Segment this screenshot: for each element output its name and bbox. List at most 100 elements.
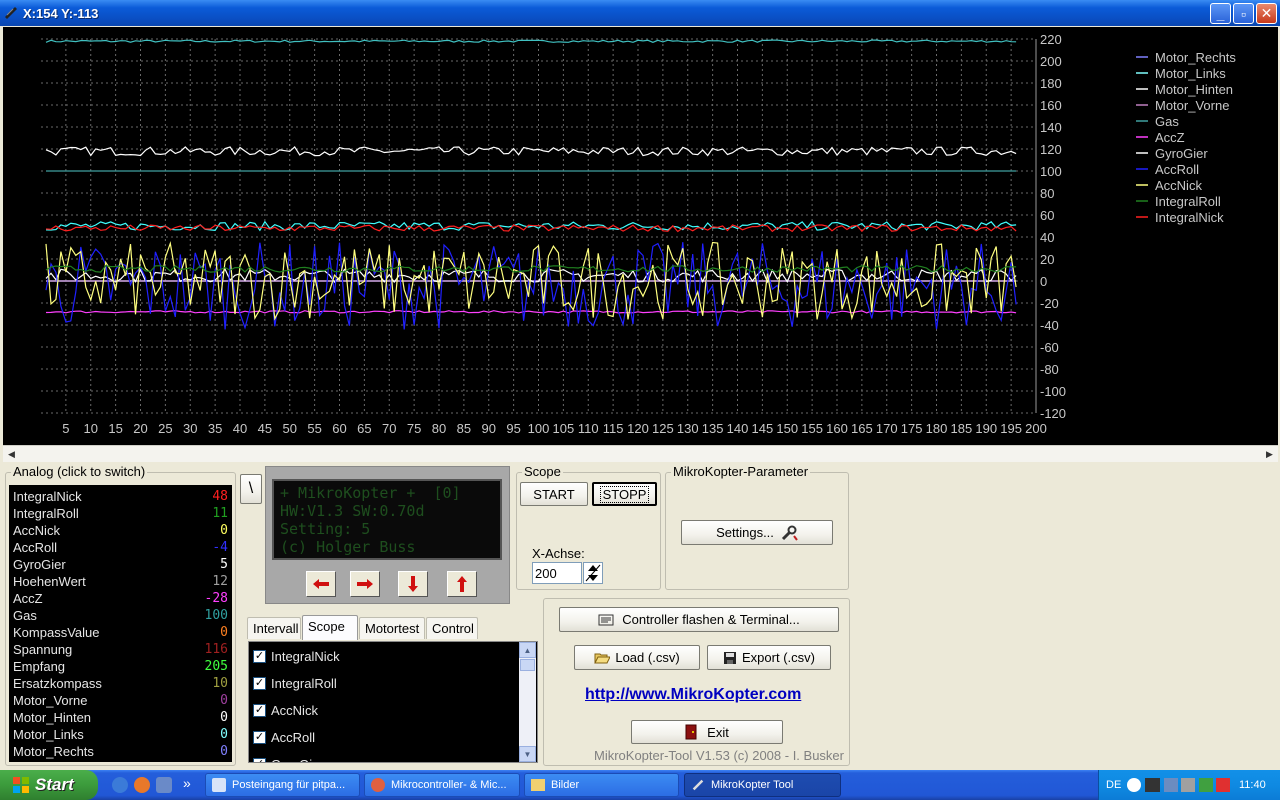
analog-row[interactable]: IntegralRoll 11	[13, 506, 228, 523]
task-mikrocontroller[interactable]: Mikrocontroller- & Mic...	[364, 773, 520, 797]
y-tick-label: 180	[1040, 76, 1062, 91]
task-label: Posteingang für pitpa...	[232, 779, 346, 791]
analog-name: AccZ	[13, 591, 43, 606]
checkbox-checked-icon[interactable]: ✓	[253, 703, 266, 717]
analog-row[interactable]: Motor_Rechts 0	[13, 744, 228, 761]
lcd-up-button[interactable]	[447, 571, 477, 597]
tab-scope[interactable]: Scope	[302, 615, 358, 640]
toggle-panel-button[interactable]: \	[240, 474, 262, 504]
analog-name: Motor_Links	[13, 727, 84, 742]
mikrokopter-link[interactable]: http://www.MikroKopter.com	[585, 686, 801, 704]
channel-checkbox-item[interactable]: ✓ AccNick	[253, 700, 493, 720]
x-tick-label: 170	[876, 421, 898, 436]
analog-row[interactable]: AccNick 0	[13, 523, 228, 540]
tray-security-icon[interactable]	[1199, 778, 1213, 792]
tray-back-icon[interactable]	[1127, 778, 1141, 792]
settings-button[interactable]: Settings...	[681, 520, 833, 545]
tray-network-icon[interactable]	[1164, 778, 1178, 792]
analog-value: 0	[220, 625, 228, 640]
analog-value: 100	[204, 608, 228, 623]
analog-row[interactable]: GyroGier 5	[13, 557, 228, 574]
chart-horizontal-scrollbar[interactable]: ◀ ▶	[3, 445, 1278, 462]
scope-stopp-button[interactable]: STOPP	[592, 482, 657, 506]
analog-row[interactable]: Gas 100	[13, 608, 228, 625]
tray-volume-icon[interactable]	[1181, 778, 1195, 792]
analog-name: AccNick	[13, 523, 60, 538]
lcd-down-button[interactable]	[398, 571, 428, 597]
lcd-right-button[interactable]	[350, 571, 380, 597]
channel-checkbox-item[interactable]: ✓ IntegralNick	[253, 646, 493, 666]
internet-explorer-icon[interactable]	[112, 777, 128, 793]
folder-open-icon	[594, 653, 611, 663]
tab-control[interactable]: Control	[426, 617, 478, 639]
scroll-up-icon[interactable]: ▲	[519, 642, 536, 658]
tab-motortest[interactable]: Motortest	[359, 617, 425, 639]
tray-antivirus-icon[interactable]	[1216, 778, 1230, 792]
lcd-line: + MikroKopter + [0]	[280, 484, 461, 502]
checklist-scrollbar[interactable]: ▲ ▼	[519, 642, 536, 762]
version-text: MikroKopter-Tool V1.53 (c) 2008 - I. Bus…	[594, 748, 844, 763]
channel-checkbox-item[interactable]: ✓ GyroGier	[253, 754, 493, 762]
scroll-down-icon[interactable]: ▼	[519, 746, 536, 762]
analog-row[interactable]: Spannung 116	[13, 642, 228, 659]
firefox-icon[interactable]	[134, 777, 150, 793]
x-achse-input[interactable]	[532, 562, 582, 584]
maximize-button[interactable]: ▫	[1233, 3, 1254, 24]
x-tick-label: 65	[357, 421, 371, 436]
channel-checkbox-item[interactable]: ✓ IntegralRoll	[253, 673, 493, 693]
legend-entry: Motor_Vorne	[1155, 98, 1229, 113]
analog-row[interactable]: Empfang 205	[13, 659, 228, 676]
scroll-thumb[interactable]	[520, 659, 535, 671]
flash-terminal-button[interactable]: Controller flashen & Terminal...	[559, 607, 839, 632]
tray-device-icon[interactable]	[1145, 778, 1160, 792]
analog-row[interactable]: Motor_Vorne 0	[13, 693, 228, 710]
series-line	[45, 145, 1017, 157]
channel-checkbox-item[interactable]: ✓ AccRoll	[253, 727, 493, 747]
scope-start-button[interactable]: START	[520, 482, 588, 506]
analog-list[interactable]: IntegralNick 48 IntegralRoll 11 AccNick 0 AccR…	[9, 485, 232, 762]
scroll-right-icon[interactable]: ▶	[1261, 446, 1278, 462]
x-tick-label: 60	[332, 421, 346, 436]
minimize-button[interactable]: _	[1210, 3, 1231, 24]
x-tick-label: 110	[578, 421, 599, 436]
analog-row[interactable]: HoehenWert 12	[13, 574, 228, 591]
lcd-left-button[interactable]	[306, 571, 336, 597]
analog-row[interactable]: KompassValue 0	[13, 625, 228, 642]
clock[interactable]: 11:40	[1239, 779, 1266, 791]
legend-entry: AccZ	[1155, 130, 1185, 145]
quicklaunch-more-icon[interactable]: »	[183, 775, 191, 791]
close-button[interactable]: ✕	[1256, 3, 1277, 24]
export-csv-button[interactable]: Export (.csv)	[707, 645, 831, 670]
y-tick-label: -120	[1040, 406, 1066, 421]
task-mikrokopter-tool[interactable]: MikroKopter Tool	[684, 773, 841, 797]
checkbox-checked-icon[interactable]: ✓	[253, 730, 266, 744]
x-achse-spinner[interactable]	[583, 562, 603, 584]
analog-row[interactable]: AccZ -28	[13, 591, 228, 608]
task-bilder[interactable]: Bilder	[524, 773, 679, 797]
channel-checklist[interactable]: ✓ IntegralNick ✓ IntegralRoll ✓ AccNick ✓ AccRo…	[248, 641, 538, 763]
tab-intervall[interactable]: Intervall	[247, 617, 301, 639]
analog-row[interactable]: Ersatzkompass 10	[13, 676, 228, 693]
analog-row[interactable]: AccRoll -4	[13, 540, 228, 557]
language-indicator[interactable]: DE	[1106, 779, 1121, 791]
analog-row[interactable]: Motor_Links 0	[13, 727, 228, 744]
analog-row[interactable]: Motor_Hinten 0	[13, 710, 228, 727]
analog-value: 0	[220, 523, 228, 538]
x-achse-label: X-Achse:	[532, 546, 585, 561]
checkbox-checked-icon[interactable]: ✓	[253, 757, 266, 762]
start-button[interactable]: Start	[0, 770, 98, 800]
analog-value: 205	[204, 659, 228, 674]
checkbox-checked-icon[interactable]: ✓	[253, 649, 266, 663]
load-csv-button[interactable]: Load (.csv)	[574, 645, 700, 670]
channel-label: AccNick	[271, 702, 318, 718]
scroll-left-icon[interactable]: ◀	[3, 446, 20, 462]
outlook-icon[interactable]	[156, 777, 172, 793]
exit-button[interactable]: Exit	[631, 720, 783, 744]
y-tick-label: 0	[1040, 274, 1047, 289]
checkbox-checked-icon[interactable]: ✓	[253, 676, 266, 690]
analog-row[interactable]: IntegralNick 48	[13, 489, 228, 506]
x-tick-label: 190	[975, 421, 997, 436]
app-icon	[5, 7, 17, 19]
x-tick-label: 85	[457, 421, 471, 436]
task-posteingang[interactable]: Posteingang für pitpa...	[205, 773, 360, 797]
